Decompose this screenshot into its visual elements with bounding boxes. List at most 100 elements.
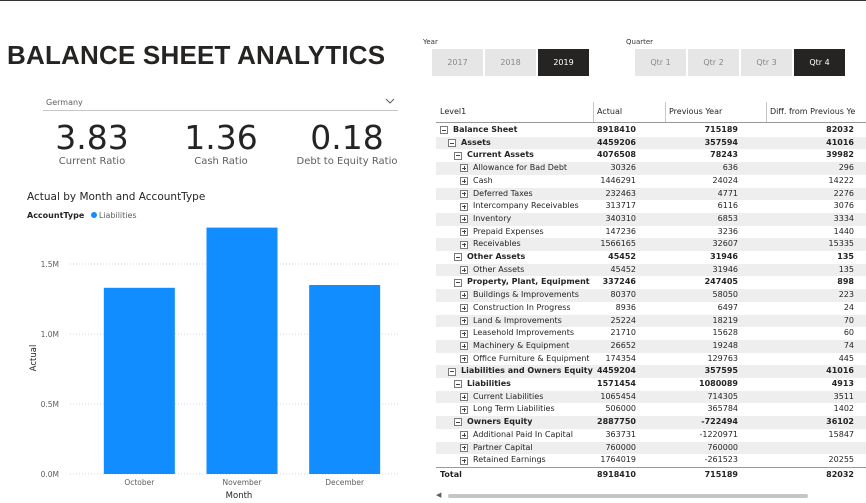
cell-prev: 714305	[707, 391, 738, 401]
collapse-minus-icon[interactable]	[454, 278, 462, 287]
kpi-label: Cash Ratio	[194, 156, 248, 167]
chevron-down-icon	[385, 98, 395, 104]
bar-december[interactable]	[309, 285, 381, 474]
expand-plus-icon[interactable]	[460, 266, 468, 275]
row-label: Cash	[473, 175, 493, 185]
expand-plus-icon[interactable]	[460, 240, 468, 249]
matrix-row: Retained Earnings 1764019 -261523 20255	[436, 454, 866, 467]
quarter-option-qtr-4[interactable]: Qtr 4	[794, 49, 845, 76]
year-option-2017[interactable]: 2017	[432, 49, 483, 76]
cell-actual: 45452	[608, 252, 636, 261]
row-label-cell: Receivables	[460, 238, 521, 251]
header-diff-previous-year[interactable]: Diff. from Previous Ye	[770, 107, 855, 116]
year-option-2019[interactable]: 2019	[538, 49, 589, 76]
quarter-slicer-label: Quarter	[626, 38, 654, 46]
collapse-minus-icon[interactable]	[454, 253, 462, 262]
cell-prev: 19248	[712, 340, 738, 350]
cell-actual: 1571454	[597, 379, 636, 388]
kpi-debt-to-equity-ratio: 0.18 Debt to Equity Ratio	[286, 120, 408, 168]
cell-prev: 715189	[704, 125, 738, 134]
collapse-minus-icon[interactable]	[454, 418, 462, 427]
quarter-option-qtr-2[interactable]: Qtr 2	[688, 49, 739, 76]
cell-actual: 313717	[605, 201, 636, 211]
cell-diff: 135	[837, 252, 854, 261]
expand-plus-icon[interactable]	[460, 227, 468, 236]
cell-diff: 20255	[828, 455, 854, 465]
matrix-row: Intercompany Receivables 313717 6116 3076	[436, 200, 866, 213]
header-previous-year[interactable]: Previous Year	[669, 107, 722, 116]
expand-plus-icon[interactable]	[460, 304, 468, 313]
cell-diff: 36102	[826, 417, 854, 427]
bar-october[interactable]	[103, 287, 175, 474]
collapse-minus-icon[interactable]	[448, 139, 456, 148]
cell-actual: 1446291	[600, 175, 636, 185]
x-tick-label: December	[325, 478, 365, 487]
collapse-minus-icon[interactable]	[440, 126, 448, 135]
header-level1[interactable]: Level1	[440, 107, 466, 116]
expand-plus-icon[interactable]	[460, 316, 468, 325]
row-label: Deferred Taxes	[473, 188, 533, 198]
matrix-row: Long Term Liabilities 506000 365784 1402	[436, 403, 866, 416]
kpi-current-ratio: 3.83 Current Ratio	[42, 120, 142, 168]
scrollbar-thumb[interactable]	[448, 494, 808, 498]
cell-prev: 31946	[712, 264, 738, 274]
row-label: Buildings & Improvements	[473, 290, 579, 300]
expand-plus-icon[interactable]	[460, 456, 468, 465]
expand-plus-icon[interactable]	[460, 405, 468, 414]
expand-plus-icon[interactable]	[460, 354, 468, 363]
cell-prev: 15628	[712, 328, 738, 338]
cell-actual: 147236	[605, 226, 636, 236]
cell-prev: 4771	[717, 188, 738, 198]
matrix-row: Buildings & Improvements 80370 58050 223	[436, 289, 866, 302]
quarter-option-qtr-3[interactable]: Qtr 3	[741, 49, 792, 76]
expand-plus-icon[interactable]	[460, 189, 468, 198]
header-actual[interactable]: Actual	[597, 107, 622, 116]
row-label: Machinery & Equipment	[473, 340, 570, 350]
bar-november[interactable]	[206, 227, 278, 474]
total-label: Total	[440, 469, 462, 479]
row-label-cell: Buildings & Improvements	[460, 289, 579, 302]
row-label: Other Assets	[467, 252, 526, 261]
cell-prev: 365784	[707, 404, 738, 414]
cell-diff: 39982	[826, 150, 854, 160]
expand-plus-icon[interactable]	[460, 393, 468, 402]
expand-plus-icon[interactable]	[460, 342, 468, 351]
cell-actual: 80370	[610, 290, 636, 300]
expand-plus-icon[interactable]	[460, 431, 468, 440]
collapse-minus-icon[interactable]	[454, 151, 462, 160]
scroll-left-icon[interactable]: ◀	[436, 491, 441, 499]
country-dropdown[interactable]: Germany	[43, 95, 398, 111]
y-tick-label: 0.0M	[41, 470, 59, 479]
quarter-option-qtr-1[interactable]: Qtr 1	[635, 49, 686, 76]
cell-actual: 8918410	[597, 125, 636, 134]
cell-actual: 4076508	[597, 150, 636, 160]
cell-diff: 70	[843, 315, 854, 325]
expand-plus-icon[interactable]	[460, 215, 468, 224]
row-label: Inventory	[473, 213, 512, 223]
row-label: Partner Capital	[473, 442, 533, 452]
matrix-row: Prepaid Expenses 147236 3236 1440	[436, 226, 866, 239]
row-label: Land & Improvements	[473, 315, 562, 325]
cell-actual: 1566165	[600, 239, 636, 249]
cell-prev: -261523	[704, 455, 738, 465]
matrix-header: Level1 Actual Previous Year Diff. from P…	[436, 102, 866, 123]
cell-actual: 8936	[615, 302, 636, 312]
cell-prev: 129763	[707, 353, 738, 363]
cell-prev: 3236	[717, 226, 738, 236]
kpi-label: Debt to Equity Ratio	[296, 156, 398, 167]
expand-plus-icon[interactable]	[460, 443, 468, 452]
cell-diff: 3334	[833, 213, 854, 223]
x-tick-label: November	[222, 478, 262, 487]
year-option-2018[interactable]: 2018	[485, 49, 536, 76]
cell-actual: 1065454	[600, 391, 636, 401]
expand-plus-icon[interactable]	[460, 164, 468, 173]
cell-actual: 30326	[610, 163, 636, 173]
expand-plus-icon[interactable]	[460, 291, 468, 300]
expand-plus-icon[interactable]	[460, 177, 468, 186]
collapse-minus-icon[interactable]	[448, 367, 456, 376]
matrix-total-row: Total 8918410 715189 82032	[436, 466, 866, 481]
expand-plus-icon[interactable]	[460, 329, 468, 338]
expand-plus-icon[interactable]	[460, 202, 468, 211]
matrix-horizontal-scrollbar[interactable]: ◀	[436, 491, 866, 499]
collapse-minus-icon[interactable]	[454, 380, 462, 389]
